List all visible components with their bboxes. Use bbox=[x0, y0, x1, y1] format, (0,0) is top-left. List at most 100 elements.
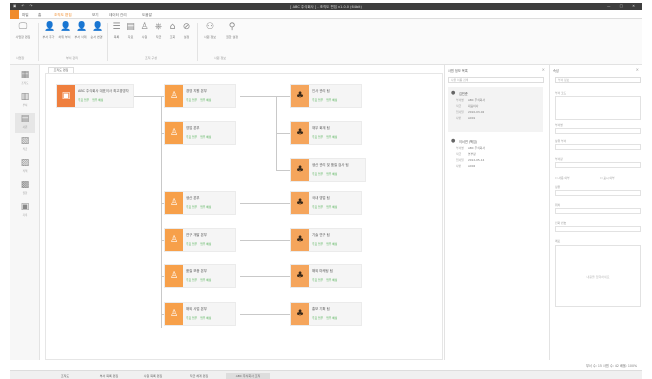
connector-line bbox=[240, 314, 290, 315]
panel-title: 속성 bbox=[553, 69, 559, 73]
org-node-team[interactable]: ♣ 국내 영업 팀 주요 업무 업무 배정 bbox=[290, 191, 362, 215]
ribbon-button-sub-dept[interactable]: 👤 하위 부서 bbox=[58, 22, 72, 50]
org-node-team[interactable]: ♣ 홍보 기획 팀 주요 업무 업무 배정 bbox=[290, 302, 362, 326]
employee-card[interactable]: ● 김민준 부서명 ABC 주식회사 직급 대표이사 입사일 2010-03-02 사… bbox=[448, 87, 543, 132]
ribbon-button-staff[interactable]: ♙ 사원 bbox=[138, 22, 151, 50]
window-title: [ ABC 주식회사 ] - 조직도 편집 v1.0.0 (64bit) bbox=[290, 4, 362, 9]
ribbon-group-label: 사업장 bbox=[16, 56, 25, 60]
app-menu-button[interactable] bbox=[10, 10, 19, 19]
org-node-team[interactable]: ♣ 해외 마케팅 팀 주요 업무 업무 배정 bbox=[290, 264, 362, 288]
memo-textarea[interactable]: 내용을 입력하세요 bbox=[555, 245, 641, 307]
org-node-head[interactable]: ▣ ABC 주식회사 대표이사 최고경영자 주요 업무 업무 배정 bbox=[56, 84, 134, 108]
status-bar: 부서 수: 15 사원 수: 42 배율: 100% bbox=[10, 360, 642, 370]
menu-tab-help[interactable]: 도움말 bbox=[142, 13, 152, 18]
left-sidebar: ▦ 조직도 ▥ 부서 ▤ 사원 ▧ 직급 ▨ 직책 ▩ 권한 ▣ 기록 bbox=[10, 65, 40, 360]
org-node-team[interactable]: ♣ 재무 회계 팀 주요 업무 업무 배정 bbox=[290, 121, 362, 145]
org-node-department[interactable]: ♙ 연구 개발 본부 주요 업무 업무 배정 bbox=[164, 228, 236, 252]
ribbon-separator bbox=[107, 23, 108, 61]
bottom-tab[interactable]: 부서 목록 편집 bbox=[90, 373, 128, 379]
org-icon: ▦ bbox=[20, 70, 30, 80]
team-icon: ♣ bbox=[291, 265, 309, 287]
sidebar-item-rank[interactable]: ▧ 직급 bbox=[15, 135, 35, 155]
bottom-tab[interactable]: 조직도 bbox=[50, 373, 80, 379]
bottom-tab[interactable]: 직급 체계 편집 bbox=[180, 373, 218, 379]
phone-field[interactable] bbox=[555, 226, 641, 232]
connector-line bbox=[240, 276, 290, 277]
minimize-button[interactable]: — bbox=[607, 4, 615, 8]
users-icon: ⚇ bbox=[205, 22, 215, 32]
connector-line bbox=[240, 203, 290, 204]
sidebar-item-log[interactable]: ▣ 기록 bbox=[15, 201, 35, 221]
sidebar-item-dept[interactable]: ▥ 부서 bbox=[15, 91, 35, 111]
org-node-department[interactable]: ♙ 영업 본부 주요 업무 업무 배정 bbox=[164, 121, 236, 145]
connector-line bbox=[276, 170, 290, 171]
doc-icon: ▤ bbox=[126, 22, 135, 32]
org-chart-canvas[interactable]: ▣ ABC 주식회사 대표이사 최고경영자 주요 업무 업무 배정 ♙ 경영 지원… bbox=[45, 73, 443, 360]
sidebar-item-employee[interactable]: ▤ 사원 bbox=[15, 113, 35, 133]
close-icon[interactable]: × bbox=[636, 67, 639, 72]
ribbon-button-rank[interactable]: ⎈ 직급 bbox=[152, 22, 165, 50]
ribbon-separator bbox=[197, 23, 198, 61]
gear-icon: ⊘ bbox=[182, 22, 191, 32]
checkbox-visible[interactable]: ☐ 표시 여부 bbox=[600, 176, 615, 180]
ribbon-button-search[interactable]: ⌂ 조회 bbox=[166, 22, 179, 50]
connector-line bbox=[161, 96, 162, 328]
manager-field[interactable] bbox=[555, 162, 641, 168]
chart-icon: ⎈ bbox=[154, 22, 163, 32]
maximize-button[interactable]: □ bbox=[620, 4, 627, 8]
department-icon: ♙ bbox=[165, 192, 183, 214]
ribbon-toolbar: 🖵 사업장 편집 👤 부서 추가 👤 하위 부서 👤 부서 삭제 👤 순서 변경 ☰ 목록 … bbox=[10, 19, 642, 65]
search-input[interactable]: 사원 이름 검색 bbox=[448, 77, 544, 83]
user-icon: ● bbox=[451, 138, 456, 144]
ribbon-button-list[interactable]: ☰ 목록 bbox=[110, 22, 123, 50]
bottom-tab[interactable]: 사원 목록 편집 bbox=[134, 373, 172, 379]
department-icon: ♙ bbox=[165, 229, 183, 251]
property-tab[interactable]: 부서 정보 bbox=[555, 77, 641, 83]
department-name-field[interactable] bbox=[555, 128, 641, 134]
location-field[interactable] bbox=[555, 208, 641, 214]
ribbon-button-permission[interactable]: ⚲ 권한 설정 bbox=[222, 22, 242, 50]
person-icon: ♙ bbox=[140, 22, 149, 32]
org-node-department[interactable]: ♙ 품질 보증 본부 주요 업무 업무 배정 bbox=[164, 264, 236, 288]
checkbox-active[interactable]: ☐ 사용 여부 bbox=[555, 176, 570, 180]
ribbon-button-add-dept[interactable]: 👤 부서 추가 bbox=[42, 22, 56, 50]
org-node-team[interactable]: ♣ 기술 연구 팀 주요 업무 업무 배정 bbox=[290, 228, 362, 252]
connector-line bbox=[276, 133, 290, 134]
menu-tab-home[interactable]: 홈 bbox=[38, 13, 41, 18]
search-icon: ⌂ bbox=[169, 22, 176, 32]
parent-department-field[interactable] bbox=[555, 144, 641, 150]
ribbon-button-delete-dept[interactable]: 👤 부서 삭제 bbox=[74, 22, 88, 50]
person-icon: 👤 bbox=[92, 22, 104, 32]
org-node-department[interactable]: ♙ 경영 지원 본부 주요 업무 업무 배정 bbox=[164, 84, 236, 108]
capacity-field[interactable] bbox=[555, 190, 641, 196]
sidebar-item-title[interactable]: ▨ 직책 bbox=[15, 157, 35, 177]
sidebar-item-permission[interactable]: ▩ 권한 bbox=[15, 179, 35, 199]
ribbon-button-site[interactable]: 🖵 사업장 편집 bbox=[13, 22, 33, 50]
close-icon[interactable]: × bbox=[542, 67, 545, 72]
employee-card[interactable]: ● 이서연 (책임) 부서명 ABC 주식회사 직급 본부장 입사일 2012-05-… bbox=[448, 135, 543, 180]
sidebar-item-org[interactable]: ▦ 조직도 bbox=[15, 69, 35, 89]
menu-tab-data[interactable]: 데이터 관리 bbox=[109, 13, 127, 18]
ribbon-group-label: 사원 정보 bbox=[214, 56, 226, 60]
bottom-tab-active[interactable]: ABC 주식회사 조직 bbox=[226, 372, 270, 379]
menu-bar: 파일 홈 조직도 편집 보기 데이터 관리 도움말 bbox=[10, 10, 642, 19]
org-node-team[interactable]: ♣ 인사 관리 팀 주요 업무 업무 배정 bbox=[290, 84, 362, 108]
department-icon: ♙ bbox=[165, 303, 183, 325]
org-node-team[interactable]: ♣ 생산 관리 및 품질 검사 팀 주요 업무 업무 배정 bbox=[290, 158, 366, 182]
department-code-field[interactable] bbox=[555, 96, 641, 120]
team-icon: ♣ bbox=[291, 303, 309, 325]
org-node-department[interactable]: ♙ 생산 본부 주요 업무 업무 배정 bbox=[164, 191, 236, 215]
ribbon-button-doc[interactable]: ▤ 자료 bbox=[124, 22, 137, 50]
org-node-department[interactable]: ♙ 해외 사업 본부 주요 업무 업무 배정 bbox=[164, 302, 236, 326]
window-controls[interactable]: — □ ✕ bbox=[607, 4, 639, 8]
menu-tab-view[interactable]: 보기 bbox=[92, 13, 99, 18]
person-icon: 👤 bbox=[44, 22, 56, 32]
connector-line bbox=[240, 240, 290, 241]
menu-tab-org-edit[interactable]: 조직도 편집 bbox=[54, 13, 72, 18]
ribbon-button-settings[interactable]: ⊘ 설정 bbox=[180, 22, 193, 50]
menu-tab-file[interactable]: 파일 bbox=[22, 13, 29, 18]
close-button[interactable]: ✕ bbox=[632, 4, 639, 8]
ribbon-button-reorder[interactable]: 👤 순서 변경 bbox=[90, 22, 104, 50]
ribbon-button-employee-info[interactable]: ⚇ 사원 정보 bbox=[200, 22, 220, 50]
team-icon: ♣ bbox=[291, 159, 309, 181]
